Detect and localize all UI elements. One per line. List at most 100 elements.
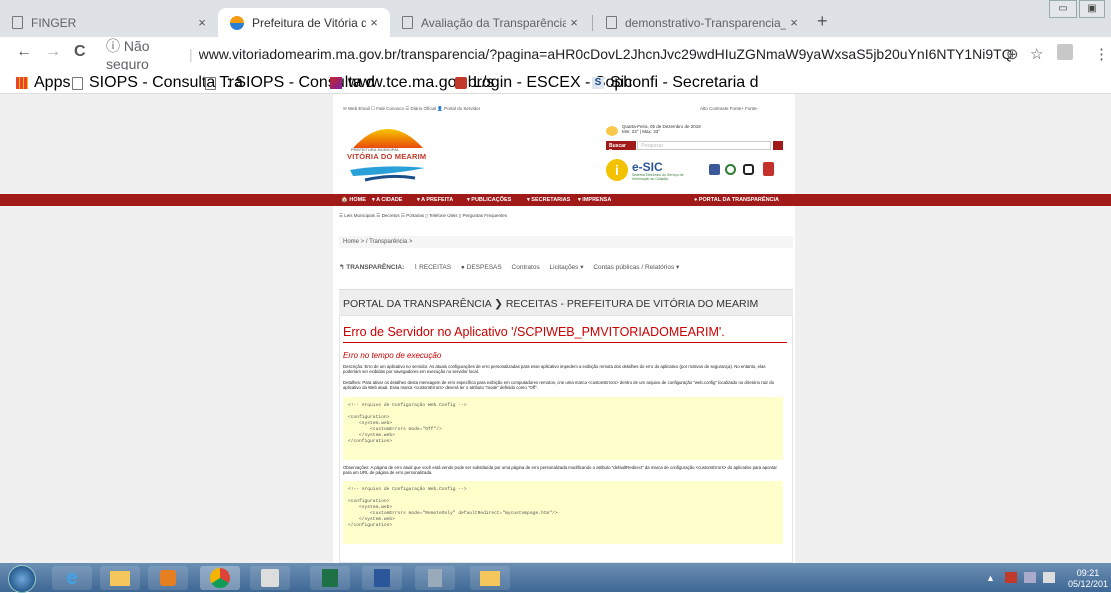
- tab-finger[interactable]: FINGER ×: [0, 8, 218, 37]
- transparency-label: ↰ TRANSPARÊNCIA:: [339, 264, 405, 271]
- tray-network-icon[interactable]: [1024, 572, 1036, 583]
- bookmark-label: Siconfi - Secretaria d: [610, 74, 759, 91]
- media-player-icon: [160, 570, 176, 586]
- excel-icon: [322, 569, 338, 587]
- nav-contratos[interactable]: Contratos: [512, 264, 540, 271]
- globe-icon: [230, 15, 244, 30]
- new-tab-button[interactable]: +: [817, 12, 828, 30]
- taskbar-chrome[interactable]: [200, 566, 240, 590]
- instagram-icon[interactable]: [743, 164, 754, 175]
- calculator-icon: [428, 569, 442, 587]
- youtube-icon[interactable]: [763, 162, 774, 176]
- start-button[interactable]: [8, 565, 36, 593]
- nav-receitas[interactable]: ⌇ RECEITAS: [414, 264, 451, 271]
- document-icon: [12, 16, 23, 29]
- error-description: Descrição: Erro de um aplicativo no serv…: [343, 364, 766, 374]
- breadcrumb[interactable]: Home > / Transparência >: [339, 236, 793, 248]
- tce-logo-icon: [330, 77, 342, 89]
- url-text[interactable]: www.vitoriadomearim.ma.gov.br/transparen…: [199, 46, 1011, 62]
- nav-despesas[interactable]: ● DESPESAS: [461, 264, 502, 271]
- extension-icon[interactable]: [1057, 44, 1073, 60]
- tab-close-icon[interactable]: ×: [366, 15, 382, 30]
- taskbar-word[interactable]: [362, 566, 402, 590]
- search-input[interactable]: Pesquisar: [637, 141, 771, 150]
- separator: |: [188, 45, 193, 62]
- tray-flag-icon[interactable]: [1005, 572, 1017, 583]
- top-links[interactable]: ✉ Web Email ☐ Fale Conosco ☰ Diário Ofic…: [343, 106, 480, 112]
- tab-close-icon[interactable]: ×: [566, 15, 582, 30]
- tray-arrow-icon[interactable]: ▲: [986, 573, 995, 583]
- page-title: PORTAL DA TRANSPARÊNCIA ❯ RECEITAS - PRE…: [339, 289, 793, 315]
- config-code-block-1: <!-- Arquivo de Configuração Web.Config …: [343, 397, 783, 460]
- word-icon: [374, 569, 390, 587]
- minimize-button[interactable]: ▭: [1049, 0, 1077, 18]
- zoom-icon[interactable]: ⊕: [1006, 45, 1019, 63]
- tab-prefeitura[interactable]: Prefeitura de Vitória do Mearim ×: [218, 8, 390, 37]
- menu-publicacoes[interactable]: ▾ PUBLICAÇÕES: [467, 197, 511, 203]
- paint-icon: [261, 569, 279, 587]
- clock-time: 09:21: [1076, 568, 1100, 578]
- nav-licitacoes[interactable]: Licitações ▾: [550, 264, 584, 271]
- error-title: Erro de Servidor no Aplicativo '/SCPIWEB…: [343, 325, 725, 339]
- menu-prefeita[interactable]: ▾ A PREFEITA: [417, 197, 453, 203]
- folder-icon: [480, 570, 500, 586]
- address-bar[interactable]: ⓘ Não seguro | www.vitoriadomearim.ma.go…: [106, 38, 1011, 72]
- reload-button[interactable]: C: [74, 43, 86, 61]
- transparency-nav: ↰ TRANSPARÊNCIA: ⌇ RECEITAS ● DESPESAS C…: [339, 263, 793, 279]
- clock[interactable]: 09:21 05/12/201: [1065, 568, 1111, 590]
- taskbar-paint[interactable]: [250, 566, 290, 590]
- document-icon: [606, 16, 617, 29]
- menu-secretarias[interactable]: ▾ SECRETARIAS: [527, 197, 570, 203]
- clock-date: 05/12/201: [1067, 579, 1109, 589]
- taskbar-explorer[interactable]: [100, 566, 140, 590]
- bookmark-label: Apps: [34, 74, 71, 91]
- logo-title: VITÓRIA DO MEARIM: [347, 152, 427, 161]
- tab-close-icon[interactable]: ×: [194, 15, 210, 30]
- tab-label: Prefeitura de Vitória do Mearim: [252, 15, 366, 30]
- tab-close-icon[interactable]: ×: [786, 15, 802, 30]
- taskbar-ie[interactable]: e: [52, 566, 92, 590]
- error-notes: Observações: A página de erro atual que …: [343, 465, 777, 475]
- siconfi-s-icon: S: [592, 77, 604, 89]
- nav-contas[interactable]: Contas públicas / Relatórios ▾: [593, 264, 679, 271]
- folder-icon: [110, 570, 130, 586]
- weather-temp: Min: 23° | Max: 33°: [622, 129, 661, 134]
- restore-button[interactable]: ▣: [1079, 0, 1105, 18]
- tab-avaliacao[interactable]: Avaliação da Transparência dos ×: [390, 8, 590, 37]
- taskbar-excel[interactable]: [310, 566, 350, 590]
- error-divider: [343, 342, 787, 343]
- menu-imprensa[interactable]: ▾ IMPRENSA: [578, 197, 611, 203]
- facebook-icon[interactable]: [709, 164, 720, 175]
- tray-volume-icon[interactable]: [1043, 572, 1055, 583]
- error-subtitle: Erro no tempo de execução: [343, 351, 442, 360]
- menu-icon[interactable]: ⋮: [1094, 45, 1109, 63]
- bookmark-apps[interactable]: Apps: [16, 74, 70, 92]
- esic-link[interactable]: e-SIC: [632, 160, 663, 174]
- back-button[interactable]: ←: [16, 43, 32, 61]
- bookmark-star-icon[interactable]: ☆: [1030, 45, 1043, 63]
- quick-links[interactable]: ☰ Leis Municipais ☰ Decretos ☰ Portarias…: [339, 213, 507, 219]
- esic-subtitle: Sistema Eletrônico do Serviço de Informa…: [632, 173, 684, 181]
- taskbar-calculator[interactable]: [415, 566, 455, 590]
- accessibility-links[interactable]: Alto Contraste Fonte+ Fonte-: [700, 106, 758, 111]
- taskbar-folder[interactable]: [470, 566, 510, 590]
- whatsapp-icon[interactable]: [725, 164, 736, 175]
- taskbar-media[interactable]: [148, 566, 188, 590]
- menu-home[interactable]: 🏠 HOME: [341, 197, 366, 203]
- tab-label: demonstrativo-Transparencia_Ex: [625, 15, 786, 30]
- forward-button[interactable]: →: [45, 43, 61, 61]
- security-indicator[interactable]: ⓘ Não seguro: [106, 36, 183, 72]
- tab-label: FINGER: [31, 15, 77, 30]
- document-icon: [402, 16, 413, 29]
- tab-demonstrativo[interactable]: demonstrativo-Transparencia_Ex ×: [594, 8, 810, 37]
- info-icon[interactable]: i: [606, 159, 628, 181]
- search-icon[interactable]: [773, 141, 783, 150]
- tab-label: Avaliação da Transparência dos: [421, 15, 566, 30]
- apps-grid-icon: [16, 77, 28, 89]
- menu-cidade[interactable]: ▾ A CIDADE: [372, 197, 402, 203]
- document-icon: [72, 76, 83, 90]
- bookmark-siconfi[interactable]: S Siconfi - Secretaria d: [592, 74, 759, 92]
- menu-portal-transparencia[interactable]: ● PORTAL DA TRANSPARÊNCIA: [694, 197, 779, 203]
- search-by-button[interactable]: Buscar Por: [606, 141, 636, 155]
- error-details: Detalhes: Para ativar os detalhes desta …: [343, 380, 775, 390]
